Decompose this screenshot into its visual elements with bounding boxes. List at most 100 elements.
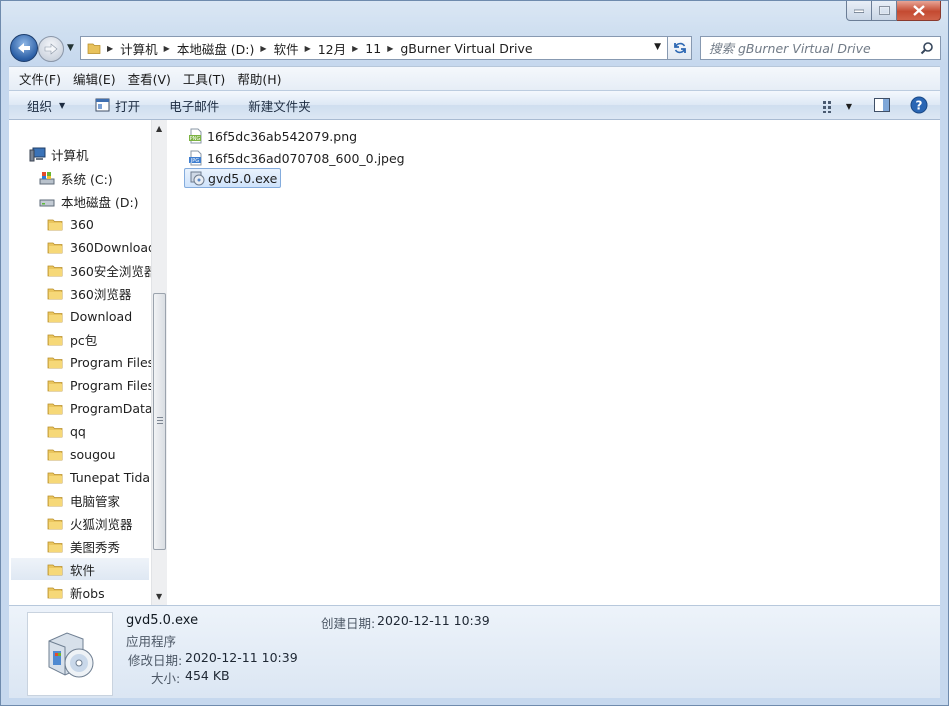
tree-item-folder[interactable]: 360Download (47, 236, 156, 258)
tree-item-folder[interactable]: ProgramData (47, 397, 153, 419)
address-folder-icon (87, 41, 101, 55)
email-button[interactable]: 电子邮件 (169, 96, 219, 115)
maximize-button[interactable] (872, 1, 897, 21)
address-bar[interactable]: ▶ 计算机 ▶ 本地磁盘 (D:) ▶ 软件 ▶ 12月 ▶ 11 ▶ gBur… (80, 36, 668, 60)
content-area: 计算机 系统 (C:) 本地磁盘 (D:) 360 360Download 360安… (9, 120, 940, 605)
tree-label: 系统 (C:) (61, 171, 113, 187)
menu-tools[interactable]: 工具(T) (177, 69, 231, 88)
breadcrumb-computer[interactable]: 计算机 (120, 39, 158, 58)
folder-icon (47, 472, 63, 484)
close-button[interactable] (897, 1, 941, 21)
address-dropdown-icon[interactable]: ▼ (654, 42, 661, 52)
tree-item-folder[interactable]: 新obs (47, 581, 105, 603)
open-app-icon (95, 98, 110, 112)
tree-item-drive-d[interactable]: 本地磁盘 (D:) (39, 190, 139, 212)
minimize-button[interactable] (846, 1, 872, 21)
organize-button[interactable]: 组织 ▼ (27, 96, 65, 115)
tree-item-folder[interactable]: pc包 (47, 328, 97, 350)
file-item-jpeg[interactable]: JPG 16f5dc36ad070708_600_0.jpeg (184, 148, 408, 168)
folder-icon (47, 426, 63, 438)
breadcrumb-software[interactable]: 软件 (274, 39, 299, 58)
breadcrumb-separator-icon[interactable]: ▶ (352, 44, 358, 53)
menu-bar: 文件(F) 编辑(E) 查看(V) 工具(T) 帮助(H) (9, 66, 940, 90)
help-icon: ? (910, 96, 928, 114)
help-button[interactable]: ? (910, 96, 928, 117)
tree-item-folder[interactable]: Download (47, 305, 132, 327)
file-name: 16f5dc36ab542079.png (207, 128, 358, 144)
file-item-png[interactable]: PNG 16f5dc36ab542079.png (184, 126, 360, 146)
folder-icon (47, 403, 63, 415)
breadcrumb-current-folder[interactable]: gBurner Virtual Drive (400, 41, 532, 56)
system-drive-icon (39, 172, 55, 185)
menu-view[interactable]: 查看(V) (122, 69, 177, 88)
tree-item-folder[interactable]: sougou (47, 443, 116, 465)
search-icon[interactable] (920, 41, 934, 55)
folder-icon (47, 311, 63, 323)
tree-label: 360Download (70, 239, 156, 255)
breadcrumb-separator-icon[interactable]: ▶ (387, 44, 393, 53)
tree-label: sougou (70, 446, 116, 462)
detail-created-value: 2020-12-11 10:39 (377, 613, 490, 628)
tree-label: Download (70, 308, 133, 324)
view-controls: ▼ ? (822, 96, 928, 117)
tree-item-folder[interactable]: Tunepat Tidal (47, 466, 154, 488)
scroll-up-icon[interactable]: ▲ (156, 124, 162, 133)
tree-item-folder[interactable]: 360 (47, 213, 94, 235)
tree-item-folder[interactable]: 美图秀秀 (47, 535, 120, 557)
tree-item-folder[interactable]: 360浏览器 (47, 282, 131, 304)
breadcrumb-11[interactable]: 11 (365, 41, 381, 56)
tree-item-folder[interactable]: qq (47, 420, 86, 442)
folder-icon (47, 242, 63, 254)
tree-item-folder[interactable]: Program Files (47, 351, 154, 373)
breadcrumb-separator-icon[interactable]: ▶ (107, 44, 113, 53)
refresh-icon (673, 42, 686, 54)
scrollbar-thumb[interactable] (153, 293, 166, 550)
tree-item-folder[interactable]: 360安全浏览器 (47, 259, 156, 281)
tree-item-drive-c[interactable]: 系统 (C:) (39, 167, 113, 189)
hard-drive-icon (39, 199, 55, 207)
tree-item-folder[interactable]: 电脑管家 (47, 489, 120, 511)
breadcrumb-separator-icon[interactable]: ▶ (305, 44, 311, 53)
tree-item-folder[interactable]: 软件 (11, 558, 149, 580)
breadcrumb-separator-icon[interactable]: ▶ (164, 44, 170, 53)
file-name: 16f5dc36ad070708_600_0.jpeg (207, 150, 405, 166)
menu-help[interactable]: 帮助(H) (231, 69, 287, 88)
tree-label: 美图秀秀 (70, 539, 121, 555)
forward-button[interactable] (38, 36, 64, 62)
folder-icon (47, 380, 63, 392)
breadcrumb-drive-d[interactable]: 本地磁盘 (D:) (177, 39, 255, 58)
detail-size-label: 大小: (151, 671, 181, 686)
preview-pane-button[interactable] (874, 98, 890, 115)
explorer-window: ▼ ▶ 计算机 ▶ 本地磁盘 (D:) ▶ 软件 ▶ 12月 ▶ 11 ▶ gB… (0, 0, 949, 706)
scroll-down-icon[interactable]: ▼ (156, 592, 162, 601)
detail-modified-value: 2020-12-11 10:39 (185, 650, 298, 665)
new-folder-button[interactable]: 新建文件夹 (248, 96, 311, 115)
open-button[interactable]: 打开 (95, 96, 140, 115)
view-list-icon (822, 100, 831, 113)
preview-pane-icon (874, 98, 890, 112)
breadcrumb-december[interactable]: 12月 (318, 39, 346, 58)
tree-item-folder[interactable]: Program Files (47, 374, 154, 396)
search-input[interactable] (701, 38, 911, 58)
menu-file[interactable]: 文件(F) (13, 69, 67, 88)
folder-icon (47, 518, 63, 530)
menu-edit[interactable]: 编辑(E) (67, 69, 122, 88)
file-thumbnail (27, 612, 113, 696)
back-button[interactable] (10, 34, 38, 62)
navigation-scrollbar[interactable]: ▲ ▼ (151, 120, 167, 605)
tree-item-computer[interactable]: 计算机 (29, 143, 89, 165)
email-label: 电子邮件 (169, 98, 220, 114)
open-label: 打开 (115, 98, 141, 114)
jpeg-file-icon: JPG (189, 150, 202, 166)
tree-item-folder[interactable]: 火狐浏览器 (47, 512, 133, 534)
tree-label: 360浏览器 (70, 286, 132, 302)
detail-file-name: gvd5.0.exe (126, 613, 199, 628)
breadcrumb-separator-icon[interactable]: ▶ (260, 44, 266, 53)
png-file-icon: PNG (189, 128, 202, 144)
history-dropdown-icon[interactable]: ▼ (67, 43, 74, 53)
change-view-button[interactable]: ▼ (822, 100, 852, 114)
refresh-button[interactable] (668, 36, 692, 60)
close-icon (912, 5, 925, 16)
search-box[interactable] (700, 36, 941, 60)
file-item-exe[interactable]: gvd5.0.exe (184, 168, 282, 188)
